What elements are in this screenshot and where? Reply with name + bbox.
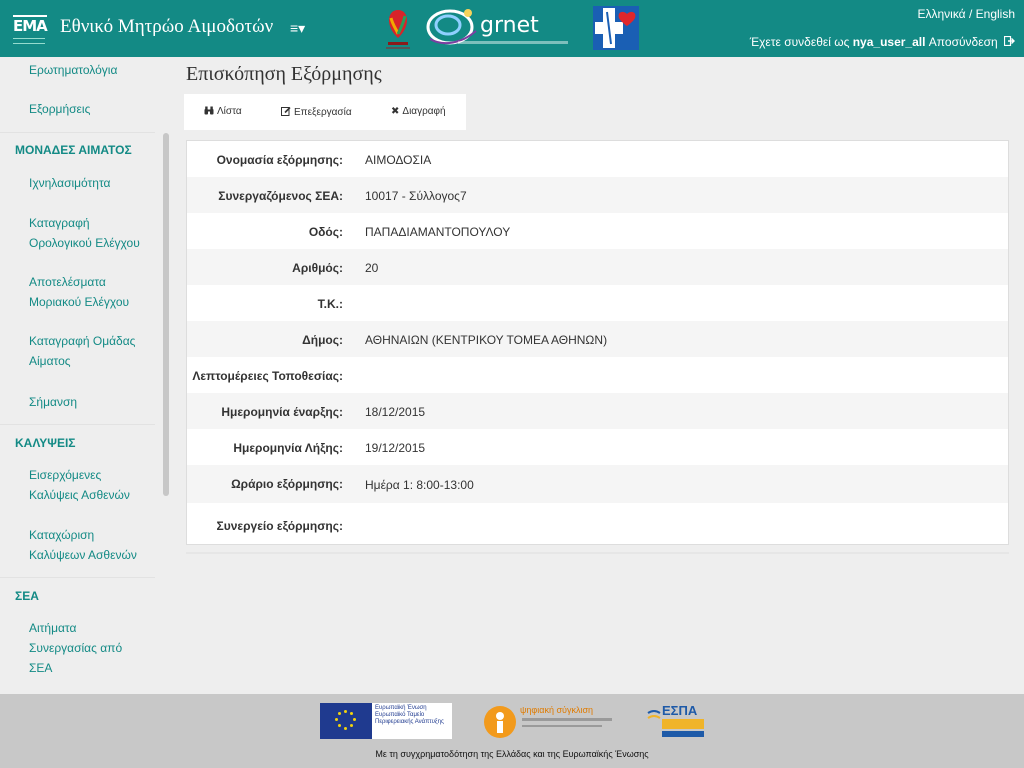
detail-label-postcode: Τ.Κ.: — [317, 297, 343, 311]
digital-convergence-subtext — [522, 718, 612, 721]
page-title: Επισκόπηση Εξόρμησης — [186, 63, 382, 85]
grnet-logo-text: grnet — [480, 13, 539, 38]
sidebar-divider — [0, 424, 155, 425]
sidebar-item-drives[interactable]: Εξορμήσεις — [29, 99, 149, 119]
detail-row: Τ.Κ.: — [187, 285, 1008, 321]
detail-row: Συνεργείο εξόρμησης: — [187, 503, 1008, 545]
detail-label-number: Αριθμός: — [292, 261, 343, 275]
eu-flag-icon — [320, 703, 372, 739]
detail-row: Δήμος: ΑΘΗΝΑΙΩΝ (ΚΕΝΤΡΙΚΟΥ ΤΟΜΕΑ ΑΘΗΝΩΝ) — [187, 321, 1008, 357]
edit-icon — [281, 106, 291, 116]
detail-value-municipality: ΑΘΗΝΑΙΩΝ (ΚΕΝΤΡΙΚΟΥ ΤΟΜΕΑ ΑΘΗΝΩΝ) — [365, 333, 608, 347]
logout-link[interactable]: Αποσύνδεση — [929, 35, 998, 49]
sidebar-divider — [0, 132, 155, 133]
sidebar-item-incoming-coverage[interactable]: Εισερχόμενες Καλύψεις Ασθενών — [29, 465, 149, 505]
detail-row: Συνεργαζόμενος ΣΕΑ: 10017 - Σύλλογος7 — [187, 177, 1008, 213]
sidebar-item-traceability[interactable]: Ιχνηλασιμότητα — [29, 173, 149, 193]
detail-value-name: ΑΙΜΟΔΟΣΙΑ — [365, 153, 432, 167]
espa-icon — [647, 710, 704, 737]
sidebar-item-register-coverage[interactable]: Καταχώριση Καλύψεων Ασθενών — [29, 525, 149, 565]
sidebar-section-coverage: ΚΑΛΥΨΕΙΣ — [15, 436, 76, 450]
username: nya_user_all — [852, 35, 926, 49]
sidebar-item-blood-group[interactable]: Καταγραφή Ομάδας Αίματος — [29, 331, 149, 371]
detail-label-name: Ονομασία εξόρμησης: — [216, 153, 343, 167]
lang-english-link[interactable]: English — [976, 7, 1015, 21]
detail-row: Ονομασία εξόρμησης: ΑΙΜΟΔΟΣΙΑ — [187, 141, 1008, 177]
footer-caption: Με τη συγχρηματοδότηση της Ελλάδας και τ… — [375, 749, 649, 759]
eu-logo-text: Ευρωπαϊκή Ένωση Ευρωπαϊκό Ταμείο Περιφερ… — [375, 705, 451, 726]
lang-greek-link[interactable]: Ελληνικά — [917, 7, 965, 21]
eu-logo: Ευρωπαϊκή Ένωση Ευρωπαϊκό Ταμείο Περιφερ… — [320, 703, 452, 739]
list-button-label: Λίστα — [217, 106, 242, 117]
logout-icon[interactable] — [1004, 36, 1015, 46]
detail-value-partner: 10017 - Σύλλογος7 — [365, 189, 467, 203]
detail-value-end-date: 19/12/2015 — [365, 441, 426, 455]
lang-separator: / — [965, 7, 976, 21]
app-title[interactable]: Εθνικό Μητρώο Αιμοδοτών — [60, 16, 273, 38]
menu-toggle-icon[interactable]: ≡▾ — [290, 20, 305, 37]
detail-label-schedule: Ωράριο εξόρμησης: — [231, 477, 343, 491]
sidebar-divider — [0, 577, 155, 578]
panel-divider — [186, 552, 1009, 554]
digital-convergence-logo: ψηφιακή σύγκλιση — [482, 702, 616, 740]
detail-label-street: Οδός: — [308, 225, 343, 239]
detail-label-municipality: Δήμος: — [302, 333, 343, 347]
medical-cross-icon — [593, 6, 639, 50]
detail-row: Ημερομηνία Λήξης: 19/12/2015 — [187, 429, 1008, 465]
drive-details-panel: Ονομασία εξόρμησης: ΑΙΜΟΔΟΣΙΑ Συνεργαζόμ… — [186, 140, 1009, 545]
sidebar-item-questionnaires[interactable]: Ερωτηματολόγια — [29, 60, 149, 80]
user-status: Έχετε συνδεθεί ως nya_user_all Αποσύνδεσ… — [750, 35, 1015, 49]
eu-logo-title: Ευρωπαϊκή Ένωση — [375, 705, 427, 711]
edit-button-label: Επεξεργασία — [294, 107, 352, 118]
ema-logo-subtext — [13, 38, 45, 44]
sidebar-item-serology[interactable]: Καταγραφή Ορολογικού Ελέγχου — [29, 213, 149, 253]
detail-label-partner: Συνεργαζόμενος ΣΕΑ: — [218, 189, 343, 203]
eke-logo-icon — [386, 10, 410, 49]
detail-value-number: 20 — [365, 261, 379, 275]
detail-value-schedule: Ημέρα 1: 8:00-13:00 — [365, 478, 474, 492]
list-button[interactable]: Λίστα — [204, 106, 242, 117]
close-icon: ✖ — [391, 106, 400, 117]
detail-label-end-date: Ημερομηνία Λήξης: — [233, 441, 343, 455]
detail-value-street: ΠΑΠΑΔΙΑΜΑΝΤΟΠΟΥΛΟΥ — [365, 225, 511, 239]
espa-logo: ΕΣΠΑ — [646, 703, 706, 739]
detail-label-location-details: Λεπτομέρειες Τοποθεσίας: — [192, 369, 343, 383]
sidebar-item-molecular[interactable]: Αποτελέσματα Μοριακού Ελέγχου — [29, 272, 149, 312]
ema-logo[interactable]: EMA — [12, 13, 48, 47]
sidebar-section-blood-units: ΜΟΝΑΔΕΣ ΑΙΜΑΤΟΣ — [15, 143, 132, 157]
detail-row: Λεπτομέρειες Τοποθεσίας: — [187, 357, 1008, 393]
action-toolbar: Λίστα Επεξεργασία ✖ Διαγραφή — [184, 94, 466, 130]
sidebar-section-sea: ΣΕΑ — [15, 589, 39, 603]
sidebar-item-cooperation-requests[interactable]: Αιτήματα Συνεργασίας από ΣΕΑ — [29, 618, 129, 678]
footer: Ευρωπαϊκή Ένωση Ευρωπαϊκό Ταμείο Περιφερ… — [0, 694, 1024, 768]
sidebar-item-labeling[interactable]: Σήμανση — [29, 392, 149, 412]
language-switcher: Ελληνικά / English — [917, 7, 1015, 21]
delete-button[interactable]: ✖ Διαγραφή — [391, 106, 446, 117]
edit-button[interactable]: Επεξεργασία — [281, 106, 352, 118]
delete-button-label: Διαγραφή — [402, 106, 446, 117]
ema-logo-text: EMA — [13, 17, 48, 35]
detail-row: Ημερομηνία έναρξης: 18/12/2015 — [187, 393, 1008, 429]
sidebar: Ερωτηματολόγια Εξορμήσεις ΜΟΝΑΔΕΣ ΑΙΜΑΤΟ… — [0, 57, 170, 694]
top-header: EMA Εθνικό Μητρώο Αιμοδοτών ≡▾ grnet Ελλ… — [0, 0, 1024, 57]
detail-row: Οδός: ΠΑΠΑΔΙΑΜΑΝΤΟΠΟΥΛΟΥ — [187, 213, 1008, 249]
detail-label-start-date: Ημερομηνία έναρξης: — [221, 405, 343, 419]
grnet-logo-subtext — [458, 41, 568, 44]
detail-value-start-date: 18/12/2015 — [365, 405, 426, 419]
sidebar-scrollbar[interactable] — [163, 133, 169, 496]
eu-logo-subtitle: Ευρωπαϊκό Ταμείο Περιφερειακής Ανάπτυξης — [375, 712, 444, 725]
binoculars-icon — [204, 106, 214, 115]
detail-label-team: Συνεργείο εξόρμησης: — [216, 519, 343, 533]
detail-row: Ωράριο εξόρμησης: Ημέρα 1: 8:00-13:00 — [187, 465, 1008, 503]
detail-row: Αριθμός: 20 — [187, 249, 1008, 285]
digital-convergence-text: ψηφιακή σύγκλιση — [520, 705, 594, 715]
grnet-logo: grnet — [424, 3, 574, 51]
digital-convergence-subtext — [522, 725, 602, 727]
logged-in-prefix: Έχετε συνδεθεί ως — [749, 35, 853, 49]
digital-convergence-icon — [484, 706, 516, 738]
